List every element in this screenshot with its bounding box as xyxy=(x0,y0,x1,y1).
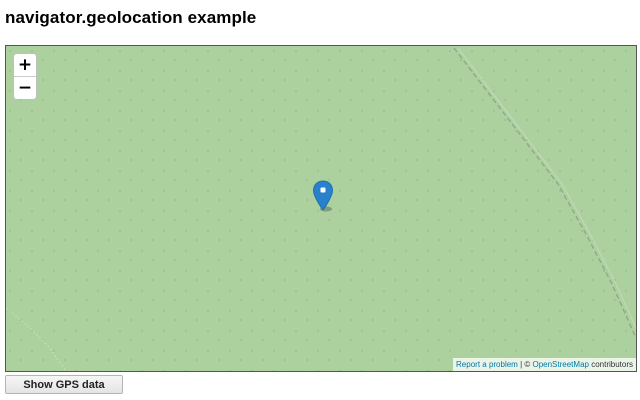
zoom-in-button[interactable]: + xyxy=(14,54,36,76)
zoom-out-button[interactable]: − xyxy=(14,76,36,99)
attribution-separator: | © xyxy=(517,360,533,369)
openstreetmap-link[interactable]: OpenStreetMap xyxy=(532,360,588,369)
attribution-suffix: contributors xyxy=(588,360,633,369)
zoom-control: + − xyxy=(13,53,37,100)
report-problem-link[interactable]: Report a problem xyxy=(456,360,518,369)
show-gps-data-button[interactable]: Show GPS data xyxy=(5,375,123,394)
map-marker-icon[interactable] xyxy=(312,180,334,212)
page-title: navigator.geolocation example xyxy=(5,8,257,27)
map-view[interactable]: + − Report a problem | © OpenStreetMap c… xyxy=(5,45,637,372)
map-attribution: Report a problem | © OpenStreetMap contr… xyxy=(453,358,636,371)
